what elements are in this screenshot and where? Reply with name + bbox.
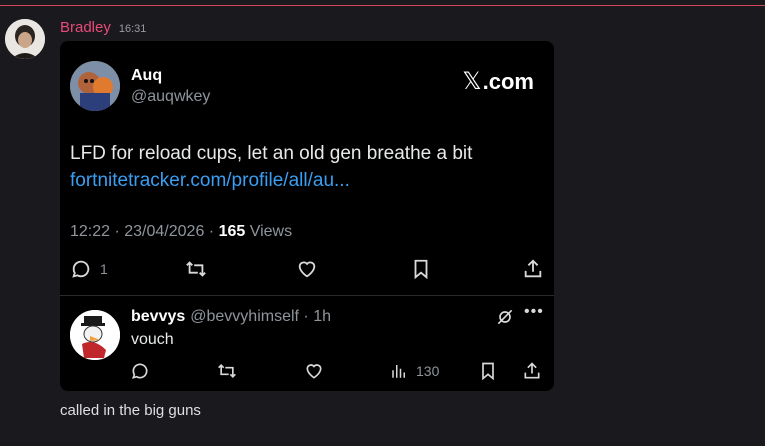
more-icon[interactable]: ••• bbox=[524, 303, 544, 321]
tweet-link[interactable]: fortnitetracker.com/profile/all/au... bbox=[70, 170, 350, 192]
like-button[interactable] bbox=[295, 258, 319, 280]
reply-like-button[interactable] bbox=[303, 361, 325, 381]
reply-button[interactable]: 1 bbox=[70, 258, 108, 280]
reply-views-count: 130 bbox=[416, 363, 440, 379]
reply-icon bbox=[72, 260, 90, 278]
avatar[interactable] bbox=[5, 19, 45, 59]
retweet-button[interactable] bbox=[184, 258, 208, 280]
grok-icon[interactable] bbox=[495, 307, 515, 327]
bookmark-button[interactable] bbox=[410, 258, 432, 280]
tweet-embed[interactable]: Auq @auqwkey 𝕏 .com LFD for reload cups,… bbox=[60, 41, 554, 391]
retweet-icon bbox=[218, 363, 236, 379]
reply-actions: 130 bbox=[60, 361, 554, 383]
reply-author-handle[interactable]: @bevvyhimself · 1h bbox=[190, 308, 331, 326]
message-text: called in the big guns bbox=[60, 402, 201, 419]
share-icon bbox=[524, 362, 540, 379]
reply-avatar[interactable] bbox=[70, 310, 120, 360]
like-icon bbox=[298, 261, 316, 278]
author-name[interactable]: Auq bbox=[131, 67, 162, 85]
reply-views-button[interactable]: 130 bbox=[390, 361, 439, 381]
views-label: Views bbox=[245, 223, 293, 240]
reply-text: vouch bbox=[131, 331, 174, 348]
message-author[interactable]: Bradley bbox=[60, 19, 111, 36]
reply-icon bbox=[132, 363, 148, 379]
message-header: Bradley 16:31 bbox=[60, 19, 146, 36]
reply-retweet-button[interactable] bbox=[216, 361, 238, 381]
reply-reply-button[interactable] bbox=[130, 361, 150, 381]
reply-count: 1 bbox=[100, 261, 108, 277]
tweet-meta: 12:22 · 23/04/2026 · 165 Views bbox=[70, 223, 292, 241]
reply-author-name[interactable]: bevvys bbox=[131, 308, 185, 326]
retweet-icon bbox=[186, 261, 206, 277]
share-icon bbox=[524, 259, 542, 278]
views-icon bbox=[392, 365, 405, 378]
message-timestamp: 16:31 bbox=[118, 23, 147, 35]
reply-bookmark-button[interactable] bbox=[478, 361, 498, 381]
author-handle[interactable]: @auqwkey bbox=[131, 88, 210, 106]
like-icon bbox=[306, 364, 322, 379]
site-label: .com bbox=[482, 68, 534, 94]
views-count: 165 bbox=[218, 223, 246, 240]
bookmark-icon bbox=[482, 362, 494, 381]
share-button[interactable] bbox=[522, 258, 544, 280]
tweet-timestamp: 12:22 · 23/04/2026 · bbox=[70, 223, 219, 240]
tweet-actions: 1 bbox=[70, 258, 546, 284]
x-icon: 𝕏 bbox=[462, 68, 482, 95]
reply-header: bevvys @bevvyhimself · 1h bbox=[131, 308, 331, 326]
x-com-logo[interactable]: 𝕏 .com bbox=[462, 67, 534, 96]
top-divider bbox=[0, 5, 765, 6]
reply-divider bbox=[60, 295, 554, 296]
reply-share-button[interactable] bbox=[522, 361, 542, 381]
author-avatar[interactable] bbox=[70, 61, 120, 111]
tweet-text: LFD for reload cups, let an old gen brea… bbox=[70, 143, 473, 164]
bookmark-icon bbox=[414, 259, 428, 280]
